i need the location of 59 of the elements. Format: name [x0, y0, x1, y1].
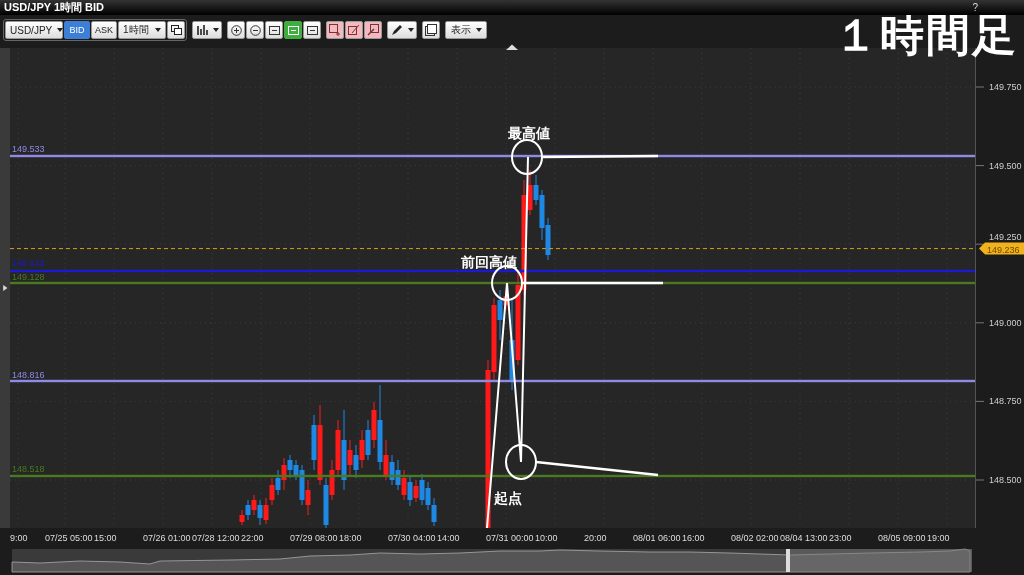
time-axis-label: 07/31 00:00 [486, 533, 534, 543]
windows-icon[interactable] [167, 21, 185, 39]
annotation-label: 最高値 [508, 125, 550, 141]
bar-chart-icon [195, 24, 208, 36]
price-axis-label: 148.750 [989, 396, 1022, 407]
time-axis-label: 16:00 [682, 533, 705, 543]
pen-dropdown[interactable] [387, 21, 417, 39]
time-axis-label: 9:00 [10, 533, 28, 543]
draw-add-icon[interactable] [326, 21, 344, 39]
time-axis-label: 07/26 01:00 [143, 533, 191, 543]
time-axis-label: 23:00 [829, 533, 852, 543]
price-axis-label: 149.500 [989, 160, 1022, 171]
level-label: 149.533 [12, 144, 45, 154]
current-price-tag: 149.236 [979, 242, 1024, 255]
time-axis-label: 07/29 08:00 [290, 533, 338, 543]
overlay-title: １時間足 [833, 10, 1019, 60]
draw-delete-icon[interactable] [364, 21, 382, 39]
level-label: 149.128 [12, 272, 45, 282]
time-axis-label: 07/30 04:00 [388, 533, 436, 543]
level-label: 148.816 [12, 370, 45, 380]
price-axis-label: 149.750 [989, 82, 1022, 92]
zoom-out-icon[interactable] [246, 21, 264, 39]
level-label: 149.143 [12, 258, 45, 268]
annotation-label: 起点 [494, 490, 522, 506]
symbol-dropdown[interactable]: USD/JPY [5, 21, 63, 39]
price-axis-label: 149.250 [989, 232, 1022, 243]
zoom-in-icon[interactable] [227, 21, 245, 39]
time-axis-label: 20:00 [584, 533, 607, 543]
time-axis-label: 10:00 [535, 533, 558, 543]
time-axis-label: 08/01 06:00 [633, 533, 681, 543]
price-type-tab[interactable]: ASK [91, 21, 117, 39]
time-axis-label: 19:00 [927, 533, 950, 543]
time-axis-label: 14:00 [437, 533, 460, 543]
horizontal-line[interactable] [10, 154, 975, 158]
chart-type-dropdown[interactable] [192, 21, 222, 39]
time-axis-label: 07/25 05:00 [45, 533, 93, 543]
price-type-tab[interactable]: BID [64, 21, 90, 39]
view-menu-dropdown[interactable]: 表示 [445, 21, 487, 39]
price-axis-label: 148.500 [989, 475, 1022, 485]
collapse-icon[interactable] [506, 44, 518, 50]
time-axis-label: 15:00 [94, 533, 117, 543]
price-axis-label: 149.000 [989, 317, 1022, 328]
pen-icon [390, 24, 403, 36]
timeframe-dropdown[interactable]: 1時間 [118, 21, 166, 39]
horizontal-line[interactable] [10, 281, 975, 285]
time-axis-label: 08/04 13:00 [780, 533, 828, 543]
time-axis-label: 08/05 09:00 [878, 533, 926, 543]
time-axis-label: 22:00 [241, 533, 264, 543]
level-label: 148.518 [12, 464, 45, 474]
help-link[interactable]: ? [972, 2, 978, 13]
window-title: USD/JPY 1時間 BID [4, 0, 105, 15]
draw-edit-icon[interactable] [345, 21, 363, 39]
chart-window-icon[interactable] [422, 21, 440, 39]
time-axis-label: 07/28 12:00 [192, 533, 240, 543]
time-axis-label: 18:00 [339, 533, 362, 543]
circle-marker [511, 139, 543, 175]
time-axis-label: 08/02 02:00 [731, 533, 779, 543]
navigator-handle[interactable] [786, 549, 790, 572]
circle-marker [505, 444, 537, 480]
